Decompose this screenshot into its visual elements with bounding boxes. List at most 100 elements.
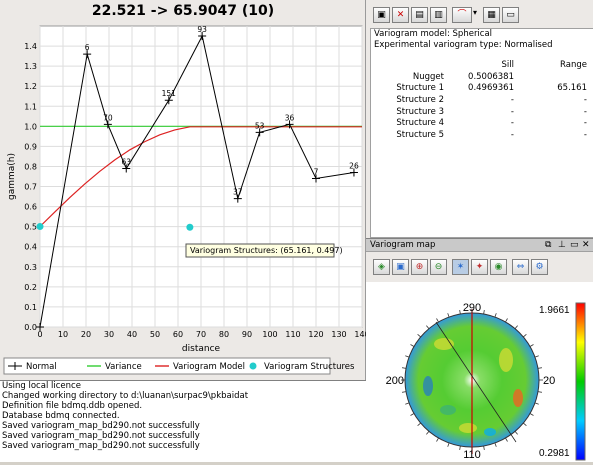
range-header: Range: [560, 59, 587, 70]
legend-swatch: [249, 362, 257, 370]
map-tick: [514, 325, 518, 329]
y-tick-label: 1.4: [24, 42, 37, 51]
sill-value: 0.4969361: [468, 83, 514, 94]
legend-label: Variance: [105, 362, 142, 372]
log-line: Definition file bdmq.ddb opened.: [2, 401, 143, 411]
save-map-icon[interactable]: ▣: [392, 259, 409, 275]
x-tick-label: 100: [262, 330, 277, 339]
model-toolbar: ▣ ✕ ▤ ▥ ⌒ ▾ ▦ ▭: [366, 0, 593, 30]
map-tick: [436, 437, 439, 442]
map-tick: [505, 437, 508, 442]
open-icon[interactable]: ▣: [373, 7, 390, 23]
log-line: Using local licence: [2, 381, 81, 391]
row-label: Nugget: [412, 71, 444, 82]
x-tick-label: 20: [81, 330, 91, 339]
map-tick: [447, 313, 450, 318]
point-pair-count-label: 151: [162, 89, 177, 98]
direction-tool-icon[interactable]: ✶: [452, 259, 469, 275]
scale-max-label: 1.9661: [539, 305, 570, 316]
sill-value: 0.5006381: [468, 71, 514, 82]
map-tick: [505, 318, 508, 323]
variogram-map-toolbar: ◈ ▣ ⊕ ⊖ ✶ ✦ ◉ ⇔ ⚙: [366, 252, 593, 282]
variogram-structure-point: [186, 223, 194, 231]
sill-value: -: [510, 94, 514, 105]
y-tick-label: 1.1: [24, 102, 37, 111]
x-tick-label: 30: [104, 330, 114, 339]
fit-icon[interactable]: ◉: [490, 259, 507, 275]
tooltip-text: Variogram Structures: (65.161, 0.497): [190, 246, 343, 255]
x-tick-label: 10: [58, 330, 68, 339]
angle-label-left: 200: [386, 375, 404, 387]
y-tick-label: 0.8: [24, 162, 37, 171]
map-tick: [426, 325, 430, 329]
variogram-map-svg[interactable]: 290 200 20 110 1.9661 0.2981: [366, 282, 593, 462]
sill-header: Sill: [501, 59, 514, 70]
map-tick: [405, 355, 410, 358]
map-tick: [410, 344, 415, 347]
point-pair-count-label: 26: [349, 161, 359, 170]
point-pair-count-label: 36: [285, 113, 295, 122]
row-label: Structure 5: [396, 129, 444, 140]
log-line: Database bdmq connected.: [2, 411, 120, 421]
minimize-icon[interactable]: ▭: [570, 240, 579, 250]
map-tick: [523, 334, 527, 338]
y-tick-label: 0.9: [24, 142, 37, 151]
delete-icon[interactable]: ✕: [392, 7, 409, 23]
rotate-icon[interactable]: ✦: [471, 259, 488, 275]
log-line: Changed working directory to d:\luanan\s…: [2, 391, 249, 401]
row-label: Structure 2: [396, 94, 444, 105]
experimental-type-label: Experimental variogram type: Normalised: [374, 40, 553, 50]
map-tick: [523, 422, 527, 426]
x-tick-label: 80: [219, 330, 229, 339]
table-row: Structure 1 0.4969361 65.161: [371, 82, 587, 94]
range-value: -: [583, 118, 587, 129]
y-tick-label: 0.4: [24, 243, 37, 252]
range-value: [514, 71, 587, 83]
map-tick: [405, 402, 410, 405]
variogram-map-titlebar: Variogram map ⧉ ⊥ ▭ ✕: [366, 238, 593, 252]
grid-icon[interactable]: ▦: [483, 7, 500, 23]
remove-structure-icon[interactable]: ▥: [430, 7, 447, 23]
variogram-chart[interactable]: 0 10 20 30 40 50 60 70 80 90 100 110 120 130 140 0.0 0.1…: [0, 0, 366, 380]
map-tick: [534, 355, 539, 358]
table-row: Structure 5 - -: [371, 129, 587, 141]
pin-icon[interactable]: ⊥: [558, 240, 566, 250]
zoom-in-icon[interactable]: ⊕: [411, 259, 428, 275]
map-tick: [529, 413, 534, 416]
y-tick-label: 0.5: [24, 223, 37, 232]
model-summary: Variogram model: Spherical Experimental …: [370, 28, 593, 238]
flip-icon[interactable]: ⇔: [512, 259, 529, 275]
variogram-map-canvas[interactable]: 290 200 20 110 1.9661 0.2981: [366, 282, 593, 462]
y-tick-label: 0.7: [24, 183, 37, 192]
scale-min-label: 0.2981: [539, 448, 570, 459]
sill-value: -: [510, 106, 514, 117]
x-tick-label: 0: [37, 330, 42, 339]
zoom-out-icon[interactable]: ⊖: [430, 259, 447, 275]
map-tick: [537, 367, 542, 369]
range-value: -: [583, 94, 587, 105]
settings-icon[interactable]: ⚙: [531, 259, 548, 275]
map-tick: [417, 422, 421, 426]
point-pair-count-label: 70: [103, 113, 113, 122]
point-pair-count-label: 93: [197, 25, 207, 34]
add-structure-icon[interactable]: ▤: [411, 7, 428, 23]
chevron-down-icon[interactable]: ▾: [473, 8, 477, 17]
legend-label: Variogram Model: [173, 362, 245, 372]
x-tick-label: 40: [127, 330, 137, 339]
map-tick: [426, 431, 430, 435]
x-tick-label: 140: [354, 330, 366, 339]
x-tick-label: 50: [150, 330, 160, 339]
x-tick-label: 90: [242, 330, 252, 339]
table-row: Structure 2 - -: [371, 94, 587, 106]
window-icon[interactable]: ▭: [502, 7, 519, 23]
model-curve-icon[interactable]: ⌒: [452, 7, 472, 23]
table-row: Structure 4 - -: [371, 117, 587, 129]
map-tick: [436, 318, 439, 323]
point-pair-count-label: 37: [233, 188, 243, 197]
restore-icon[interactable]: ⧉: [545, 240, 551, 250]
close-icon[interactable]: ✕: [582, 240, 590, 250]
map-tick: [483, 310, 485, 315]
load-map-icon[interactable]: ◈: [373, 259, 390, 275]
log-line: Saved variogram_map_bd290.not successful…: [2, 431, 200, 441]
message-log[interactable]: Using local licence Changed working dire…: [0, 380, 366, 462]
